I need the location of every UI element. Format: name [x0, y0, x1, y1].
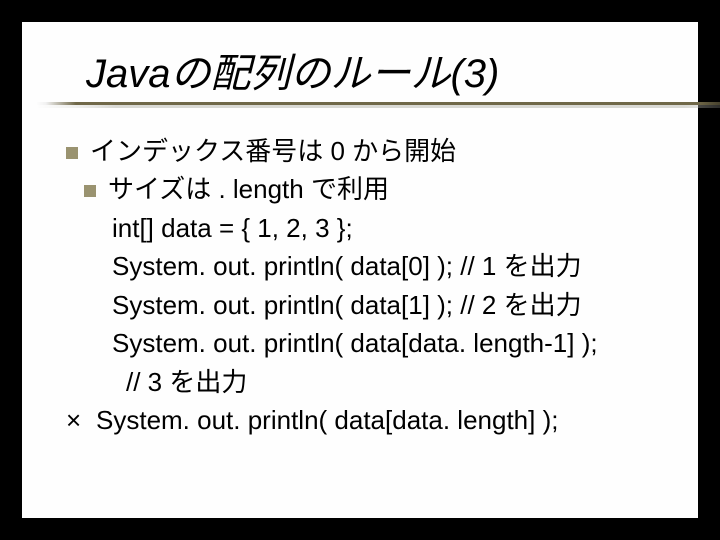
- bullet-text: インデックス番号は 0 から開始: [90, 136, 456, 166]
- code-line-bad: ×System. out. println( data[data. length…: [66, 401, 678, 439]
- code-line-printlast: System. out. println( data[data. length-…: [66, 324, 678, 362]
- slide-body: インデックス番号は 0 から開始 サイズは . length で利用 int[]…: [22, 110, 698, 440]
- code-line-decl: int[] data = { 1, 2, 3 };: [66, 209, 678, 247]
- cross-icon: ×: [66, 401, 96, 439]
- bullet-text: サイズは . length で利用: [108, 174, 389, 204]
- code-line-print0: System. out. println( data[0] ); // 1 を出…: [66, 247, 678, 285]
- code-line-print1: System. out. println( data[1] ); // 2 を出…: [66, 286, 678, 324]
- code-line-comment3: // 3 を出力: [66, 363, 678, 401]
- bad-code-text: System. out. println( data[data. length]…: [96, 405, 558, 435]
- title-block: Javaの配列のルール(3): [22, 22, 698, 110]
- slide: Javaの配列のルール(3) インデックス番号は 0 から開始 サイズは . l…: [22, 22, 698, 518]
- bullet-item-1: インデックス番号は 0 から開始: [66, 132, 678, 170]
- bullet-icon: [66, 147, 78, 159]
- bullet-icon: [84, 185, 96, 197]
- title-underline: [36, 102, 720, 108]
- bullet-item-2: サイズは . length で利用: [66, 170, 678, 208]
- slide-title: Javaの配列のルール(3): [86, 52, 678, 96]
